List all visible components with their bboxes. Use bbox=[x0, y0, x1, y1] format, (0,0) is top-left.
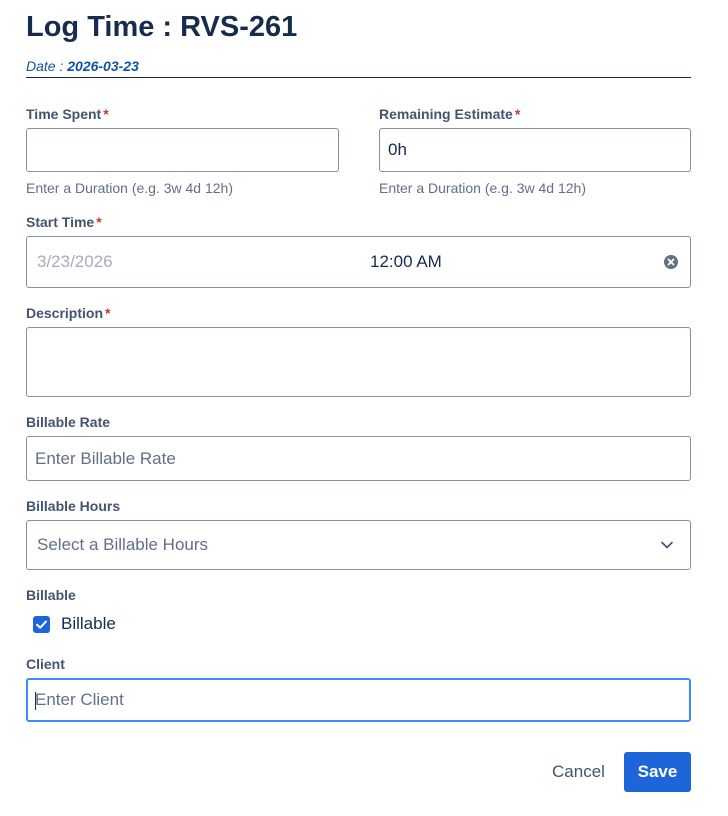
remaining-estimate-input[interactable]: 0h bbox=[379, 128, 691, 172]
remaining-estimate-label: Remaining Estimate * bbox=[379, 105, 520, 123]
remaining-estimate-helper: Enter a Duration (e.g. 3w 4d 12h) bbox=[379, 180, 587, 196]
chevron-down-icon bbox=[661, 541, 673, 549]
remaining-estimate-value: 0h bbox=[388, 140, 407, 159]
description-textarea[interactable] bbox=[26, 327, 691, 397]
remaining-estimate-label-text: Remaining Estimate bbox=[379, 106, 513, 122]
start-time-label: Start Time * bbox=[26, 213, 102, 231]
cancel-button[interactable]: Cancel bbox=[541, 752, 616, 792]
client-input[interactable]: Enter Client bbox=[26, 678, 691, 722]
billable-checkbox-label[interactable]: Billable bbox=[61, 614, 116, 634]
check-icon bbox=[36, 620, 47, 629]
billable-checkbox[interactable] bbox=[33, 616, 50, 633]
header-divider bbox=[26, 77, 691, 78]
date-value: 2026-03-23 bbox=[67, 58, 139, 74]
client-label: Client bbox=[26, 656, 65, 672]
start-time-picker[interactable]: 3/23/2026 12:00 AM bbox=[26, 236, 691, 288]
save-button[interactable]: Save bbox=[624, 752, 691, 792]
date-label: Date : bbox=[26, 58, 68, 74]
billable-hours-select[interactable]: Select a Billable Hours bbox=[26, 520, 691, 570]
required-mark: * bbox=[103, 106, 109, 122]
client-placeholder: Enter Client bbox=[35, 690, 124, 709]
time-spent-label-text: Time Spent bbox=[26, 106, 102, 122]
clear-icon[interactable] bbox=[664, 255, 678, 269]
description-label: Description * bbox=[26, 304, 110, 322]
date-line: Date : 2026-03-23 bbox=[26, 58, 139, 74]
time-spent-label: Time Spent * bbox=[26, 105, 109, 123]
required-mark: * bbox=[96, 214, 102, 230]
description-label-text: Description bbox=[26, 305, 104, 321]
start-date-input[interactable]: 3/23/2026 bbox=[37, 252, 113, 272]
time-spent-helper: Enter a Duration (e.g. 3w 4d 12h) bbox=[26, 180, 234, 196]
billable-hours-placeholder: Select a Billable Hours bbox=[37, 535, 209, 554]
billable-label: Billable bbox=[26, 587, 76, 603]
start-time-input[interactable]: 12:00 AM bbox=[370, 252, 442, 272]
required-mark: * bbox=[105, 305, 111, 321]
start-time-label-text: Start Time bbox=[26, 214, 95, 230]
billable-rate-label: Billable Rate bbox=[26, 414, 111, 430]
billable-rate-input[interactable]: Enter Billable Rate bbox=[26, 436, 691, 481]
dialog-title: Log Time : RVS-261 bbox=[26, 11, 298, 43]
time-spent-input[interactable] bbox=[26, 128, 339, 172]
required-mark: * bbox=[514, 106, 521, 122]
billable-rate-placeholder: Enter Billable Rate bbox=[35, 448, 176, 468]
billable-hours-label: Billable Hours bbox=[26, 498, 121, 514]
